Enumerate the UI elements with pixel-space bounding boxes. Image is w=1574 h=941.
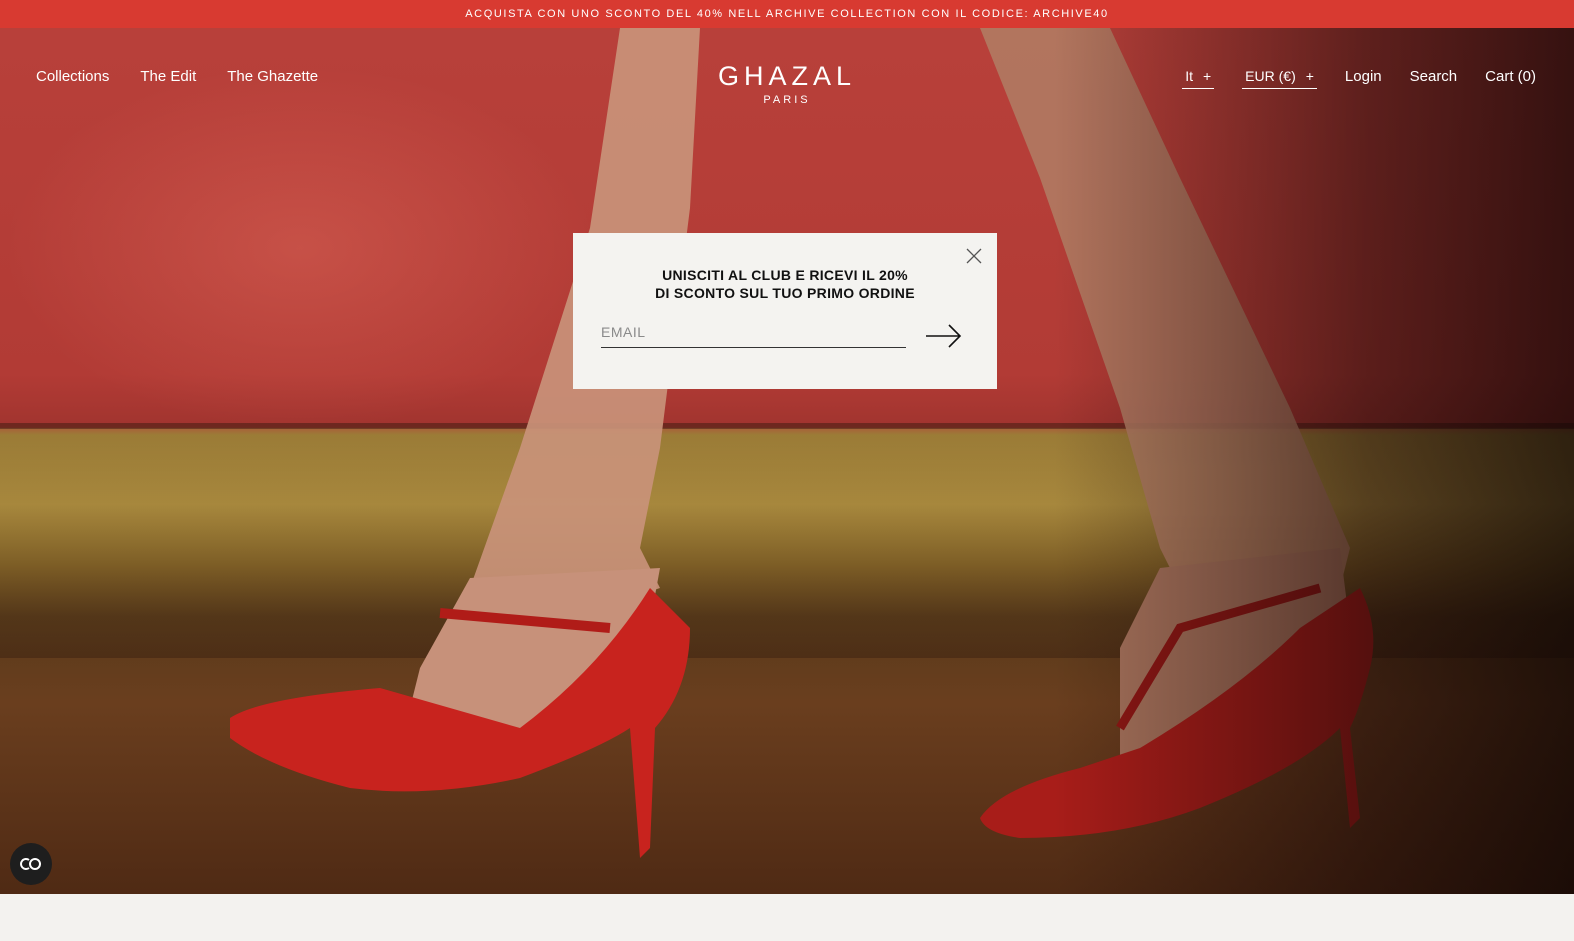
hero-image [0, 28, 1574, 894]
promo-text: ACQUISTA CON UNO SCONTO DEL 40% NELL ARC… [465, 8, 1109, 20]
cart-link[interactable]: Cart (0) [1485, 68, 1536, 85]
newsletter-popup: UNISCITI AL CLUB E RICEVI IL 20% DI SCON… [573, 233, 997, 389]
brand-logo[interactable]: GHAZAL PARIS [717, 61, 857, 106]
nav-the-edit[interactable]: The Edit [140, 68, 196, 85]
plus-icon: + [1305, 68, 1314, 84]
popup-headline: UNISCITI AL CLUB E RICEVI IL 20% DI SCON… [573, 266, 997, 302]
nav-the-ghazette[interactable]: The Ghazette [227, 68, 318, 85]
search-link[interactable]: Search [1410, 68, 1458, 85]
popup-headline-line2: DI SCONTO SUL TUO PRIMO ORDINE [655, 285, 915, 301]
plus-icon: + [1202, 68, 1212, 84]
language-selector[interactable]: It + [1182, 68, 1215, 89]
accessibility-button[interactable] [10, 843, 52, 885]
nav-collections[interactable]: Collections [36, 68, 109, 85]
currency-label: EUR (€) [1245, 68, 1296, 84]
top-navigation: Collections The Edit The Ghazette GHAZAL… [0, 28, 1574, 128]
close-icon[interactable] [964, 246, 984, 266]
promo-banner[interactable]: ACQUISTA CON UNO SCONTO DEL 40% NELL ARC… [0, 0, 1574, 28]
arrow-right-icon[interactable] [925, 321, 963, 351]
page-below-hero [0, 894, 1574, 941]
language-label: It [1185, 68, 1193, 84]
logo-subtitle: PARIS [763, 94, 811, 106]
login-link[interactable]: Login [1345, 68, 1382, 85]
hero-shadow [1054, 28, 1574, 894]
logo-name: GHAZAL [717, 61, 857, 91]
popup-headline-line1: UNISCITI AL CLUB E RICEVI IL 20% [662, 267, 908, 283]
main-menu: Collections The Edit The Ghazette [36, 68, 318, 85]
utility-menu: It + EUR (€) + Login Search Cart (0) [1182, 68, 1536, 89]
accessibility-icon [20, 858, 41, 870]
currency-selector[interactable]: EUR (€) + [1242, 68, 1317, 89]
email-field[interactable] [601, 322, 906, 348]
